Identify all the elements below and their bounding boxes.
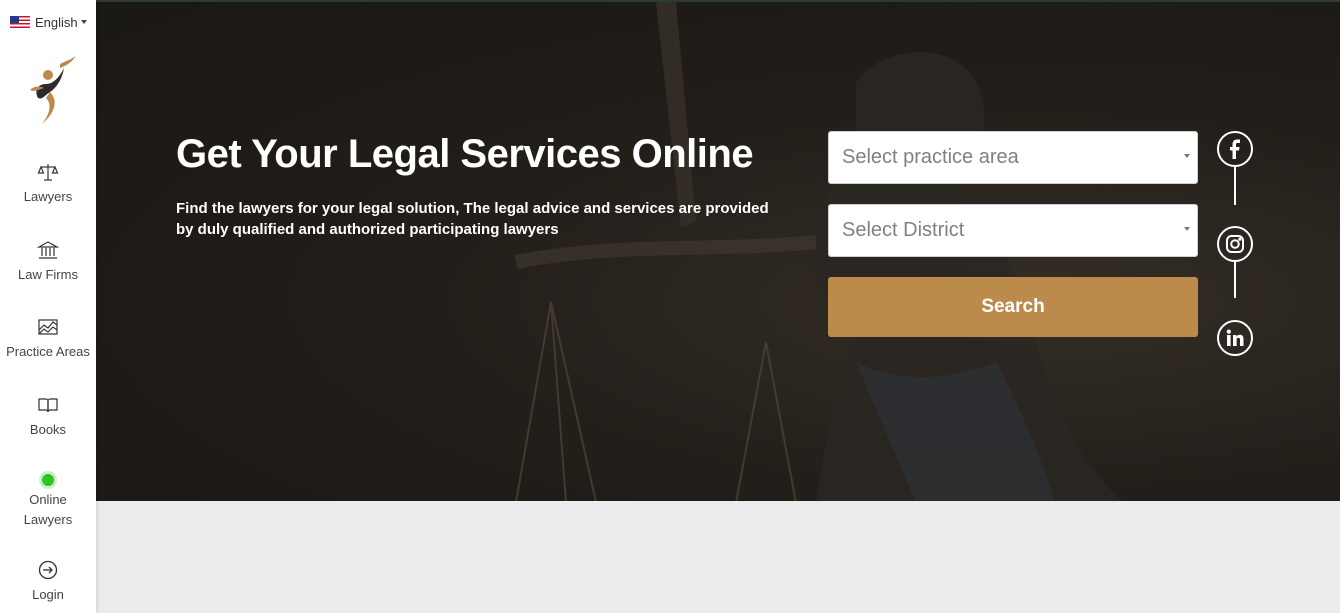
sidebar-item-online-lawyers[interactable]: Online Lawyers	[0, 474, 96, 530]
sidebar-item-practice-areas[interactable]: Practice Areas	[0, 316, 96, 362]
practice-area-select[interactable]: Select practice area	[828, 131, 1198, 184]
sidebar-item-books[interactable]: Books	[0, 394, 96, 440]
login-arrow-icon	[38, 560, 58, 580]
hero-banner: Get Your Legal Services Online Find the …	[96, 0, 1340, 501]
online-status-dot-icon	[42, 474, 54, 486]
district-select[interactable]: Select District	[828, 204, 1198, 257]
chevron-down-icon	[80, 20, 87, 24]
language-label: English	[35, 14, 78, 30]
sidebar-item-label: Practice Areas	[6, 344, 90, 359]
linkedin-icon[interactable]	[1217, 320, 1253, 356]
open-book-icon	[38, 398, 58, 413]
sidebar-item-label: Law Firms	[18, 267, 78, 282]
sidebar-item-label: Lawyers	[23, 189, 73, 204]
sidebar-item-label: Online Lawyers	[23, 492, 73, 527]
hero-title: Get Your Legal Services Online	[176, 132, 754, 176]
hero-description: Find the lawyers for your legal solution…	[176, 200, 769, 238]
bank-building-icon	[37, 241, 59, 259]
social-divider	[1234, 262, 1236, 298]
sidebar-item-login[interactable]: Login	[0, 559, 96, 605]
facebook-icon[interactable]	[1217, 131, 1253, 167]
social-divider	[1234, 167, 1236, 205]
district-placeholder: Select District	[842, 219, 965, 241]
page-content-area	[96, 501, 1340, 613]
chevron-down-icon	[1184, 154, 1190, 158]
language-selector[interactable]: English	[10, 14, 87, 30]
practice-area-placeholder: Select practice area	[842, 146, 1019, 168]
scales-icon	[37, 164, 59, 181]
sidebar: English Lawyers Law Firms Practice Areas…	[0, 0, 96, 613]
sidebar-item-label: Login	[32, 587, 64, 602]
search-button[interactable]: Search	[828, 277, 1198, 337]
logo[interactable]	[20, 54, 80, 128]
sidebar-item-label: Books	[29, 422, 67, 437]
sidebar-item-law-firms[interactable]: Law Firms	[0, 239, 96, 285]
area-chart-icon	[38, 319, 58, 335]
chevron-down-icon	[1184, 227, 1190, 231]
us-flag-icon	[10, 16, 30, 28]
instagram-icon[interactable]	[1217, 226, 1253, 262]
sidebar-item-lawyers[interactable]: Lawyers	[0, 161, 96, 207]
